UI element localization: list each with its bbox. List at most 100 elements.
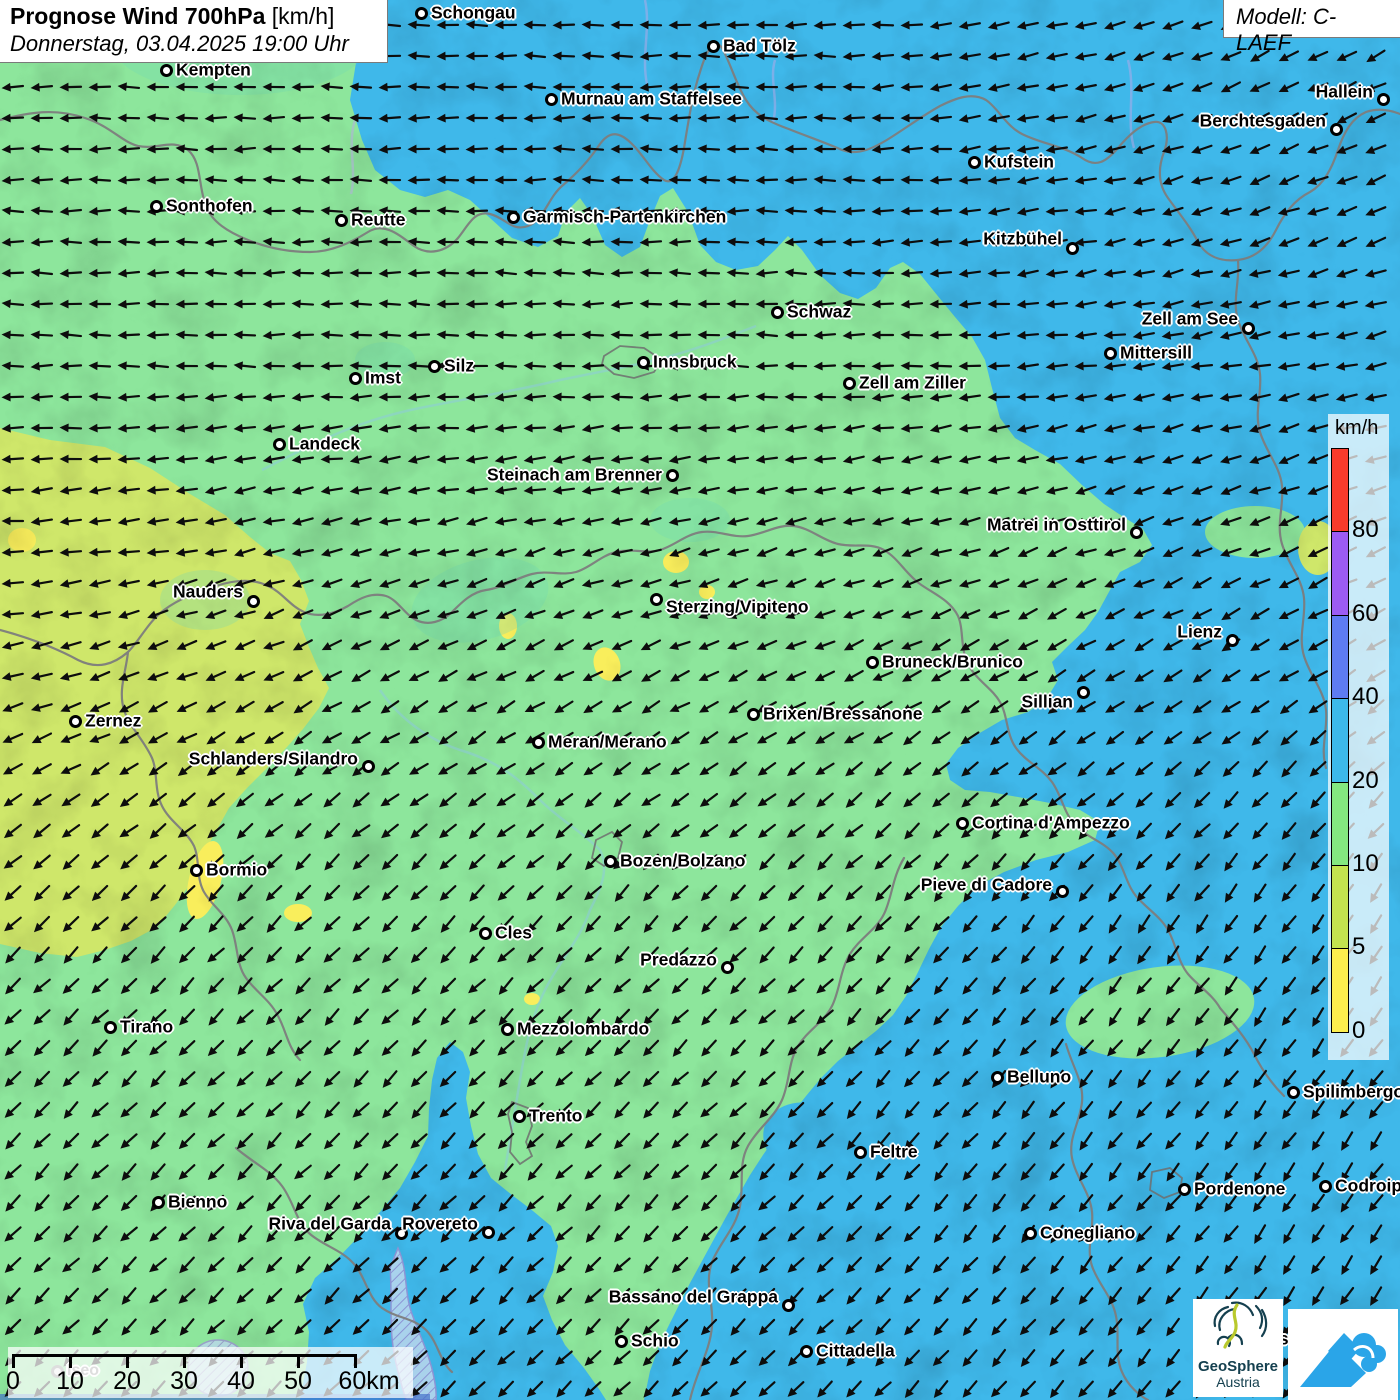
city-dot-icon: [427, 359, 441, 373]
city-dot-icon: [746, 707, 760, 721]
city-dot-icon: [103, 1020, 117, 1034]
city-label: Belluno: [1007, 1066, 1072, 1087]
city-label: Cortina d'Ampezzo: [972, 812, 1130, 833]
city-label: Bormio: [206, 859, 268, 880]
city-label: Zell am Ziller: [859, 372, 966, 393]
legend-band: [1331, 448, 1349, 533]
scalebar-label: 60km: [338, 1367, 400, 1395]
city-dot-icon: [853, 1145, 867, 1159]
city-label: Imst: [365, 367, 401, 388]
city-label: Cles: [495, 922, 532, 943]
city-dot-icon: [1225, 633, 1239, 647]
city-label: Kitzbühel: [983, 228, 1062, 249]
scalebar-tick: [69, 1354, 72, 1368]
city-label: Codroipo: [1335, 1175, 1400, 1196]
city-dot-icon: [68, 714, 82, 728]
city-dot-icon: [544, 92, 558, 106]
model-label: Modell: C-LAEF: [1236, 4, 1337, 55]
city-dot-icon: [506, 210, 520, 224]
city-label: Mezzolombardo: [517, 1018, 650, 1039]
city-dot-icon: [842, 376, 856, 390]
legend-band-value: 80: [1352, 516, 1379, 544]
legend-band: [1331, 865, 1349, 950]
legend-band: [1331, 781, 1349, 867]
city-label: Bienno: [168, 1191, 228, 1212]
city-dot-icon: [865, 655, 879, 669]
city-dot-icon: [1376, 92, 1390, 106]
city-label: Berchtesgaden: [1199, 110, 1326, 131]
city-label: Schongau: [431, 2, 516, 23]
city-label: Mittersill: [1120, 342, 1192, 363]
city-dot-icon: [478, 926, 492, 940]
legend-band-value: 40: [1352, 683, 1379, 711]
city-label: Brixen/Bressanone: [763, 703, 923, 724]
city-dot-icon: [990, 1070, 1004, 1084]
city-label: Silz: [444, 355, 475, 376]
city-label: Lienz: [1177, 621, 1222, 642]
city-dot-icon: [246, 594, 260, 608]
city-label: Pieve di Cadore: [920, 874, 1052, 895]
city-dot-icon: [1318, 1179, 1332, 1193]
scalebar-tick: [240, 1354, 243, 1368]
city-dot-icon: [955, 816, 969, 830]
city-dot-icon: [770, 305, 784, 319]
city-dot-icon: [414, 6, 428, 20]
city-dot-icon: [1055, 884, 1069, 898]
legend-band-value: 5: [1352, 933, 1366, 961]
city-label: Nauders: [172, 581, 243, 602]
legend-band: [1331, 698, 1349, 784]
city-label: Feltre: [870, 1141, 918, 1162]
city-dot-icon: [799, 1344, 813, 1358]
legend-band-value: 10: [1352, 850, 1379, 877]
city-label: Tirano: [120, 1016, 174, 1037]
scalebar-label: 30: [170, 1367, 198, 1395]
city-dot-icon: [781, 1298, 795, 1312]
model-box: Modell: C-LAEF: [1223, 0, 1400, 55]
scalebar-tick: [126, 1354, 129, 1368]
wind-speed-legend: km/h 80 60 40 20 10 5 0: [1328, 414, 1389, 1060]
city-label: Hallein: [1315, 81, 1373, 102]
city-label: Trento: [529, 1105, 583, 1126]
city-label: Schio: [631, 1330, 679, 1351]
city-label: Bozen/Bolzano: [620, 850, 746, 871]
scalebar-label: 10: [56, 1367, 84, 1395]
map-subtitle: Donnerstag, 03.04.2025 19:00 Uhr: [10, 31, 349, 56]
city-dot-icon: [500, 1022, 514, 1036]
city-label: Reutte: [351, 209, 406, 230]
city-label: Landeck: [289, 433, 360, 454]
city-label: Spilimbergo: [1303, 1081, 1400, 1102]
mountain-cloud-logo: [1288, 1309, 1398, 1400]
city-label: Garmisch-Partenkirchen: [523, 206, 727, 227]
city-dot-icon: [159, 63, 173, 77]
city-dot-icon: [1286, 1085, 1300, 1099]
city-dot-icon: [512, 1109, 526, 1123]
city-label: Riva del Garda: [268, 1213, 391, 1234]
legend-title: km/h: [1335, 417, 1379, 439]
city-label: Sonthofen: [166, 195, 253, 216]
city-dot-icon: [149, 199, 163, 213]
geosphere-name: GeoSphere: [1197, 1358, 1279, 1375]
city-dot-icon: [1065, 241, 1079, 255]
scalebar-tick: [183, 1354, 186, 1368]
city-label: Bruneck/Brunico: [882, 651, 1023, 672]
city-label: Rovereto: [402, 1213, 478, 1234]
scalebar-tick: [297, 1354, 300, 1368]
city-label: Predazzo: [640, 949, 717, 970]
scalebar-label: 0: [6, 1367, 20, 1395]
city-dot-icon: [720, 960, 734, 974]
city-dot-icon: [151, 1195, 165, 1209]
city-label: Matrei in Osttirol: [986, 514, 1126, 535]
city-dot-icon: [348, 371, 362, 385]
city-label: Zernez: [85, 710, 142, 731]
city-dot-icon: [1103, 346, 1117, 360]
city-dot-icon: [614, 1334, 628, 1348]
city-dot-icon: [1023, 1226, 1037, 1240]
city-label: Kufstein: [984, 151, 1054, 172]
city-dot-icon: [665, 468, 679, 482]
city-label: Pordenone: [1194, 1178, 1286, 1199]
city-label: Conegliano: [1040, 1222, 1136, 1243]
scalebar-label: 20: [113, 1367, 141, 1395]
geosphere-logo: GeoSphere Austria: [1193, 1299, 1283, 1397]
legend-band: [1331, 531, 1349, 617]
scalebar-tick: [12, 1354, 15, 1368]
